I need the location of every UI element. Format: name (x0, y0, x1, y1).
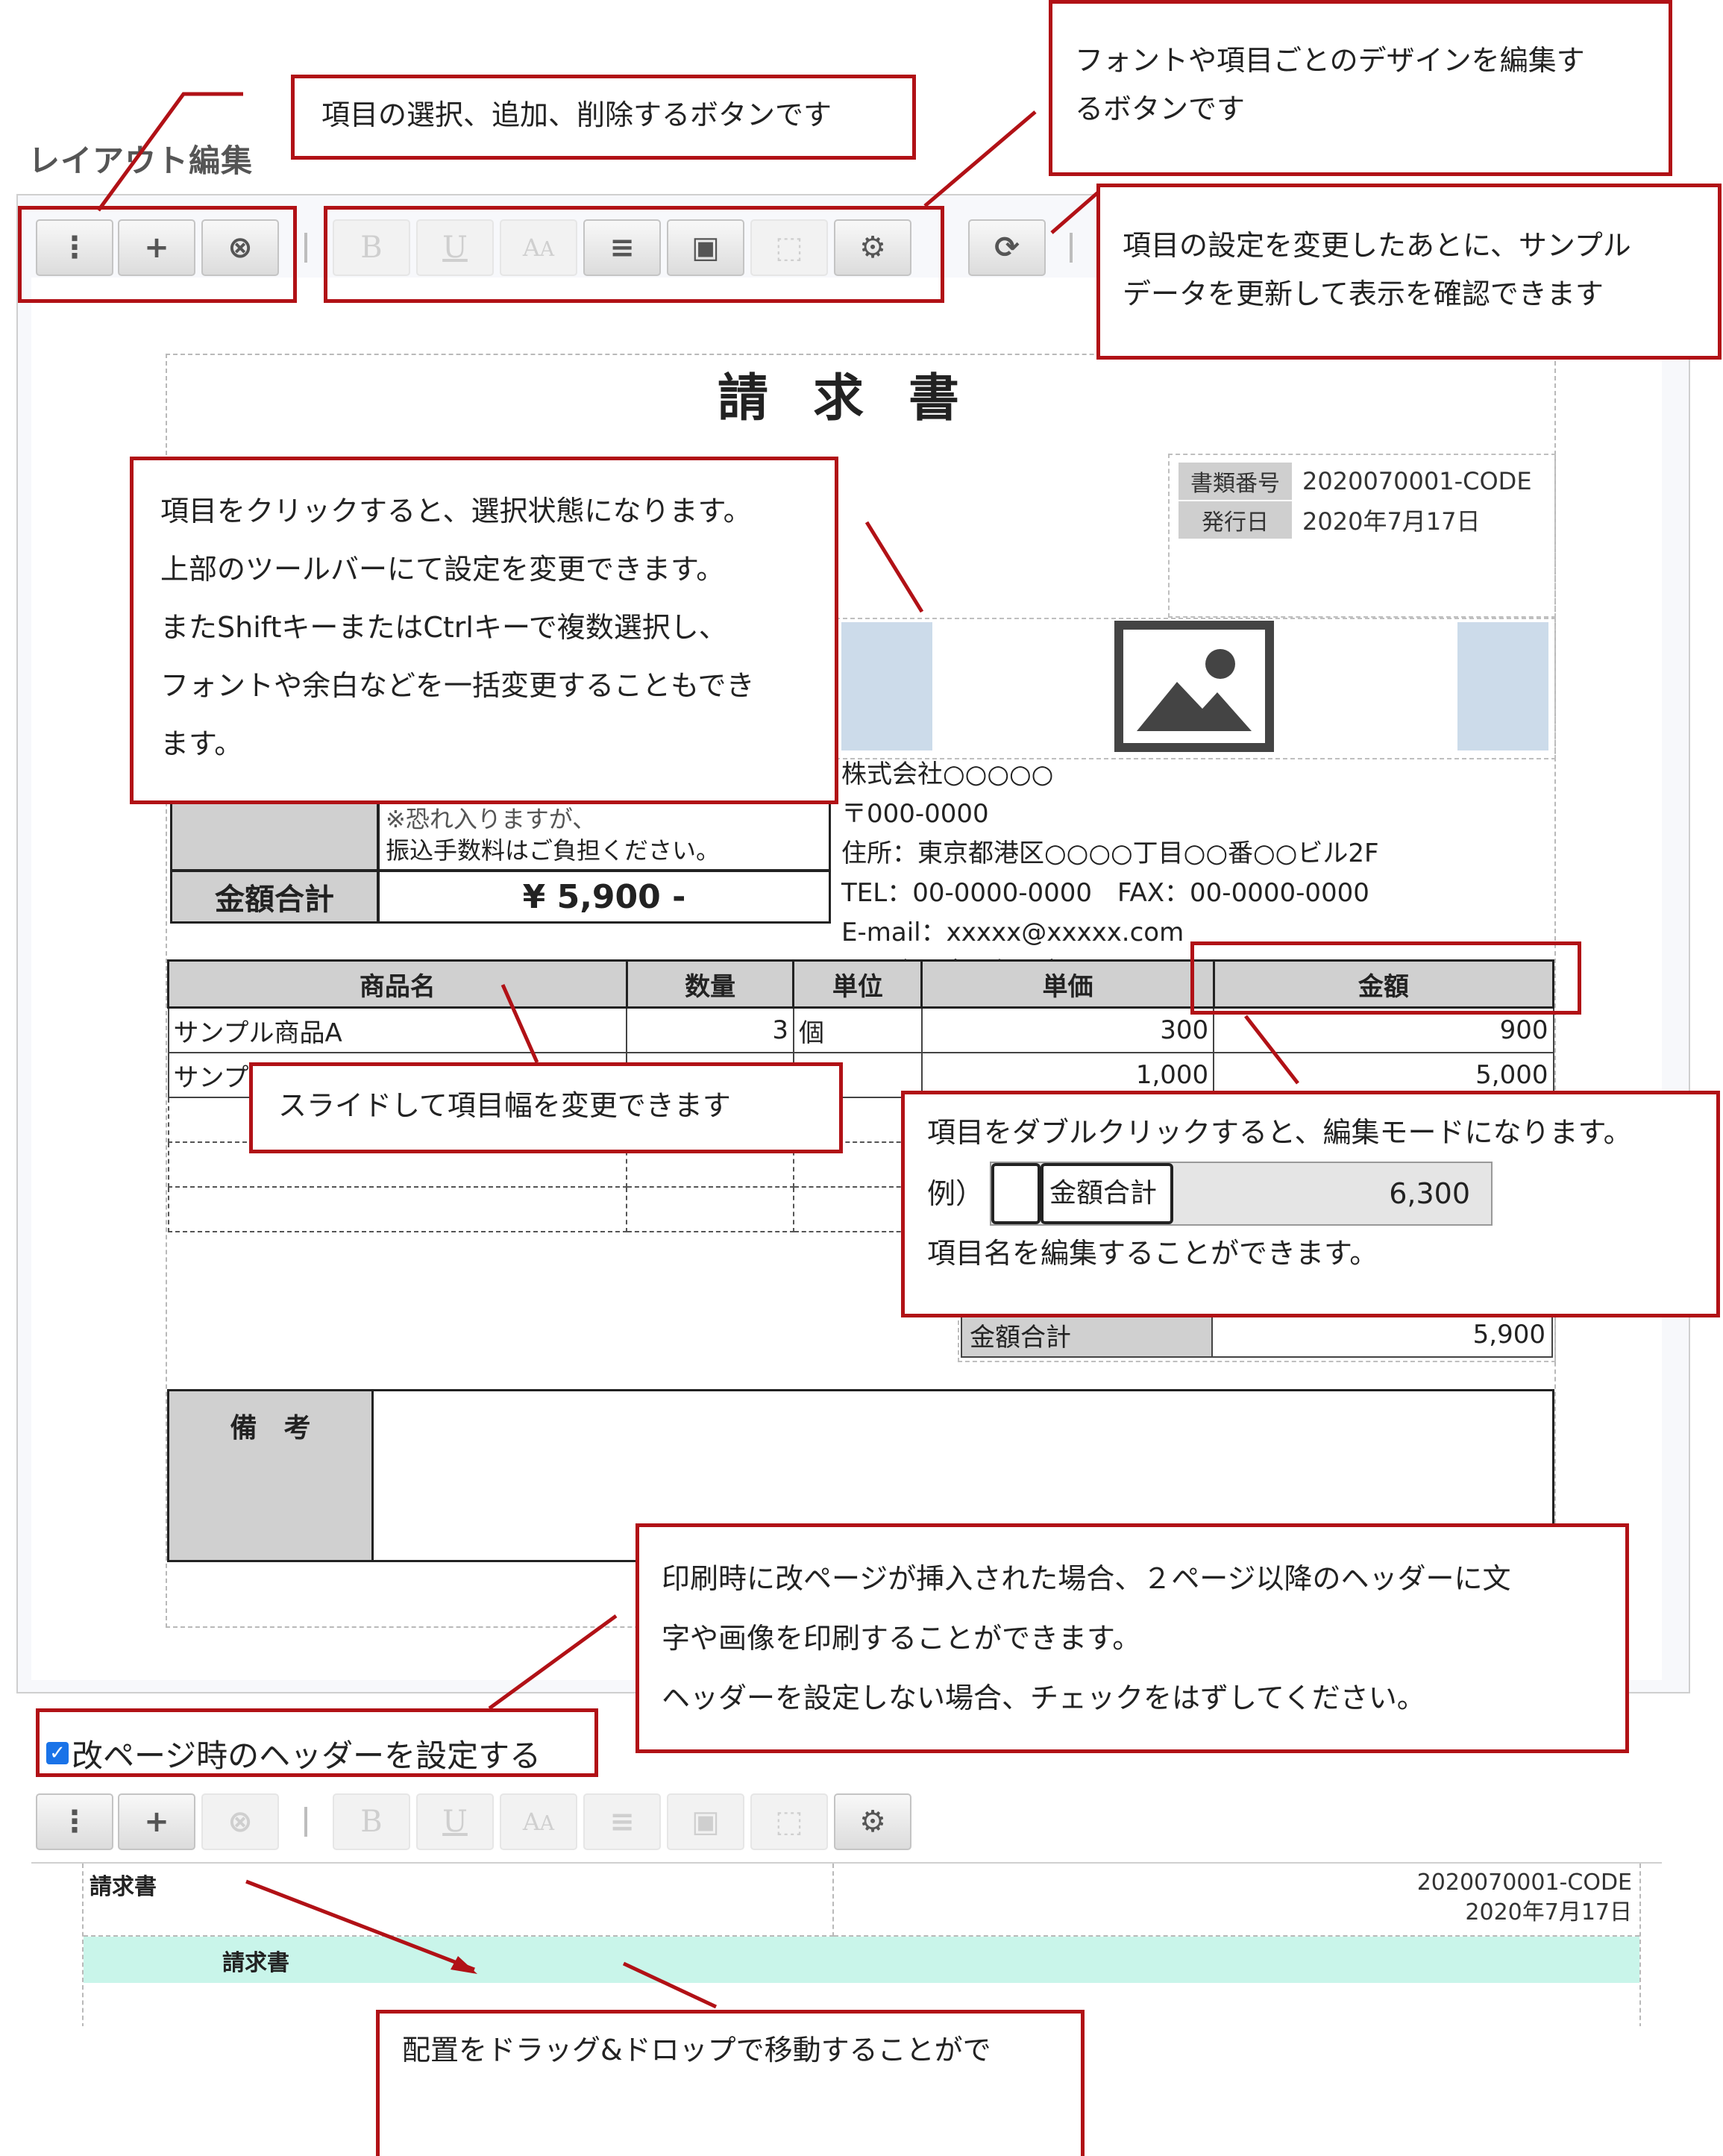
callout-text: るボタンです (1075, 92, 1246, 125)
callout-text: 項目をダブルクリックすると、編集モードになります。 (927, 1116, 1632, 1149)
callout-text: 項目をクリックすると、選択状態になります。 (160, 495, 752, 527)
callout-text: 項目の設定を変更したあとに、サンプル (1123, 229, 1631, 262)
callout-text: ます。 (160, 727, 243, 760)
callout-slide: スライドして項目幅を変更できます (249, 1062, 843, 1153)
example-edit-gap (991, 1163, 1041, 1224)
callout-text: スライドして項目幅を変更できます (278, 1089, 731, 1122)
callout-page-break: 印刷時に改ページが挿入された場合、２ページ以降のヘッダーに文 字や画像を印刷する… (635, 1523, 1629, 1753)
callout-refresh: 項目の設定を変更したあとに、サンプル データを更新して表示を確認できます (1096, 184, 1722, 360)
callout-text: フォントや余白などを一括変更することもでき (160, 668, 755, 702)
callout-text: またShiftキーまたはCtrlキーで複数選択し、 (160, 610, 727, 644)
callout-click-select: 項目をクリックすると、選択状態になります。 上部のツールバーにて設定を変更できま… (130, 457, 838, 804)
example-edit-label: 金額合計 (1041, 1163, 1174, 1224)
callout-text: フォントや項目ごとのデザインを編集す (1075, 44, 1585, 77)
callout-text: 字や画像を印刷することができます。 (662, 1621, 1141, 1655)
callout-toolbar-select: 項目の選択、追加、削除するボタンです (291, 75, 916, 160)
callout-text: 上部のツールバーにて設定を変更できます。 (160, 552, 725, 586)
callout-toolbar-design: フォントや項目ごとのデザインを編集す るボタンです (1049, 0, 1672, 176)
callout-double-click: 項目をダブルクリックすると、編集モードになります。 例） 金額合計 6,300 … (901, 1091, 1720, 1317)
example-edit-row: 金額合計 6,300 (990, 1162, 1493, 1226)
callout-text: 配置をドラッグ&ドロップで移動することがで (402, 2034, 991, 2066)
callout-text: データを更新して表示を確認できます (1123, 277, 1604, 310)
example-edit-value: 6,300 (1389, 1177, 1471, 1210)
callout-text: 項目名を編集することができます。 (927, 1237, 1378, 1270)
callout-text: ヘッダーを設定しない場合、チェックをはずしてください。 (662, 1681, 1425, 1714)
callout-text: 項目の選択、追加、削除するボタンです (321, 98, 832, 131)
callout-drag: 配置をドラッグ&ドロップで移動することがで (376, 2010, 1085, 2156)
callout-text: 印刷時に改ページが挿入された場合、２ページ以降のヘッダーに文 (662, 1562, 1511, 1595)
callout-example-prefix: 例） (927, 1177, 985, 1210)
